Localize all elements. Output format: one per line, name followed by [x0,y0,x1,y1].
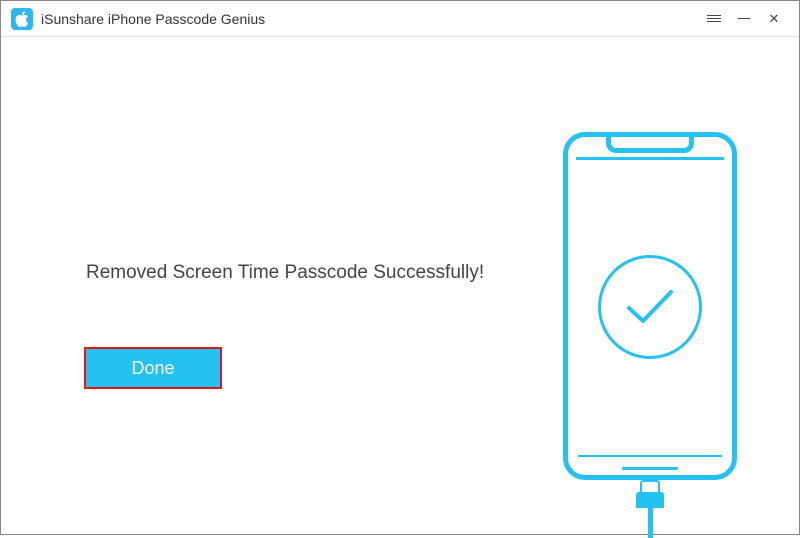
checkmark-circle-icon [598,255,702,359]
done-button[interactable]: Done [86,349,220,387]
success-message: Removed Screen Time Passcode Successfull… [86,262,484,284]
app-title: iSunshare iPhone Passcode Genius [41,11,265,27]
phone-screen-top-line [576,157,724,160]
minimize-icon[interactable] [729,4,759,34]
phone-outline-icon [563,132,737,480]
titlebar: iSunshare iPhone Passcode Genius [1,1,799,37]
app-logo-icon [11,8,33,30]
close-icon[interactable] [759,4,789,34]
cable-icon [635,480,665,538]
phone-notch-icon [606,137,694,153]
phone-screen-bottom-line [578,455,722,458]
window-controls [699,4,789,34]
main-content: Removed Screen Time Passcode Successfull… [1,37,799,534]
menu-icon[interactable] [699,4,729,34]
phone-home-indicator [622,467,678,470]
phone-illustration [563,132,737,480]
